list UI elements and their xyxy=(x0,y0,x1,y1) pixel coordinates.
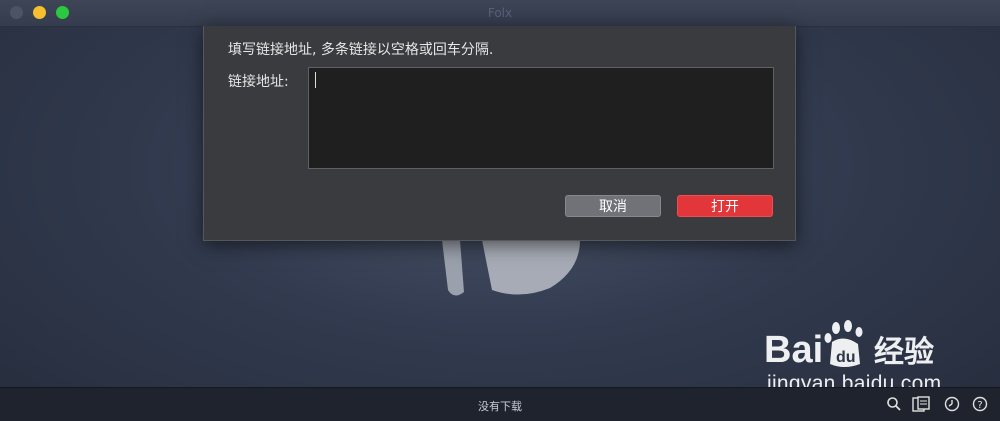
baidu-jingyan-watermark-logo: Bai 经验 du xyxy=(764,320,934,370)
title-bar: Folx xyxy=(0,0,1000,27)
help-icon[interactable]: ? xyxy=(972,396,988,412)
search-icon[interactable] xyxy=(886,396,902,412)
open-button[interactable]: 打开 xyxy=(677,195,773,217)
open-url-dialog: 填写链接地址, 多条链接以空格或回车分隔. 链接地址: 取消 打开 xyxy=(203,26,796,241)
cancel-button[interactable]: 取消 xyxy=(565,195,661,217)
download-status: 没有下载 xyxy=(478,400,522,413)
svg-text:经验: 经验 xyxy=(874,335,934,370)
dialog-instruction: 填写链接地址, 多条链接以空格或回车分隔. xyxy=(228,42,494,58)
clock-icon[interactable] xyxy=(944,396,960,412)
bottom-toolbar: 没有下载 ? xyxy=(0,387,1000,421)
svg-text:?: ? xyxy=(977,400,982,411)
url-input[interactable] xyxy=(308,67,774,169)
clipboard-icon[interactable] xyxy=(912,396,930,412)
svg-text:du: du xyxy=(836,349,856,366)
window-title: Folx xyxy=(487,6,513,20)
url-field-label: 链接地址: xyxy=(228,74,289,90)
text-caret xyxy=(315,72,316,88)
svg-text:Bai: Bai xyxy=(764,329,823,370)
